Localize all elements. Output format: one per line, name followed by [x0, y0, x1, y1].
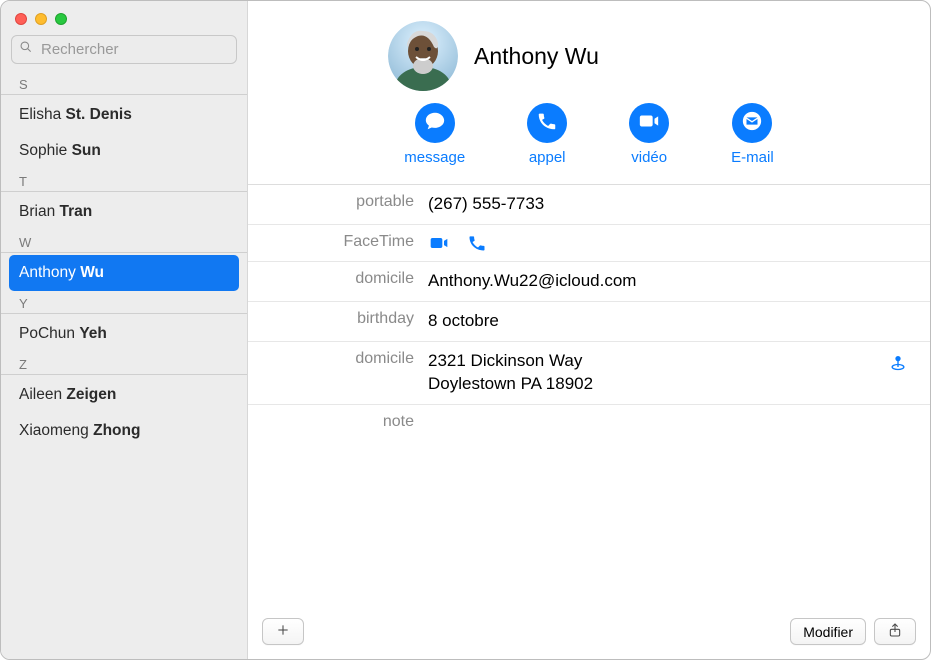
video-button[interactable]: vidéo	[629, 103, 669, 166]
label-portable: portable	[248, 193, 428, 211]
video-icon	[638, 110, 660, 137]
value-portable: (267) 555-7733	[428, 193, 930, 216]
call-label: appel	[529, 149, 566, 166]
call-button[interactable]: appel	[527, 103, 567, 166]
contact-last-name: Tran	[60, 203, 93, 220]
contact-last-name: Sun	[72, 142, 101, 159]
contact-row[interactable]: Brian Tran	[1, 194, 247, 230]
contact-name: Anthony Wu	[474, 43, 599, 70]
add-button[interactable]	[262, 618, 304, 645]
video-label: vidéo	[631, 149, 667, 166]
label-facetime: FaceTime	[248, 233, 428, 251]
label-domicile-email: domicile	[248, 270, 428, 288]
section-letter: W	[1, 230, 247, 253]
section-letter: Z	[1, 352, 247, 375]
contact-row[interactable]: Aileen Zeigen	[1, 377, 247, 413]
row-facetime[interactable]: FaceTime	[248, 225, 930, 262]
address-line2: Doylestown PA 18902	[428, 373, 890, 396]
row-address[interactable]: domicile 2321 Dickinson Way Doylestown P…	[248, 342, 930, 405]
search-icon	[19, 40, 33, 59]
mail-icon	[741, 110, 763, 137]
action-row: message appel vidéo E-mail	[248, 95, 930, 184]
search-input[interactable]	[39, 40, 242, 59]
contact-first-name: Sophie	[19, 142, 72, 159]
section-letter: Y	[1, 291, 247, 314]
facetime-audio-icon[interactable]	[466, 233, 488, 253]
contact-row[interactable]: Anthony Wu	[9, 255, 239, 291]
contacts-window: SElisha St. DenisSophie SunTBrian TranWA…	[0, 0, 931, 660]
section-letter: S	[1, 72, 247, 95]
message-button[interactable]: message	[404, 103, 465, 166]
minimize-window-button[interactable]	[35, 13, 47, 25]
contact-last-name: Wu	[80, 264, 104, 281]
address-line1: 2321 Dickinson Way	[428, 350, 890, 373]
contact-last-name: St. Denis	[66, 106, 132, 123]
details: portable (267) 555-7733 FaceTime domicil…	[248, 184, 930, 439]
card-footer: Modifier	[248, 604, 930, 659]
zoom-window-button[interactable]	[55, 13, 67, 25]
value-domicile-email: Anthony.Wu22@icloud.com	[428, 270, 930, 293]
contact-last-name: Yeh	[79, 325, 107, 342]
contact-card: Anthony Wu message appel vidéo E-mail p	[248, 1, 930, 659]
label-note: note	[248, 413, 428, 431]
close-window-button[interactable]	[15, 13, 27, 25]
contacts-list: SElisha St. DenisSophie SunTBrian TranWA…	[1, 72, 247, 659]
message-icon	[424, 110, 446, 137]
email-button[interactable]: E-mail	[731, 103, 774, 166]
avatar[interactable]	[388, 21, 458, 91]
contact-row[interactable]: PoChun Yeh	[1, 316, 247, 352]
contact-last-name: Zeigen	[66, 386, 116, 403]
share-button[interactable]	[874, 618, 916, 645]
share-icon	[887, 622, 903, 641]
facetime-video-icon[interactable]	[428, 233, 450, 253]
phone-icon	[536, 110, 558, 137]
map-pin-icon[interactable]	[888, 352, 908, 377]
contact-row[interactable]: Xiaomeng Zhong	[1, 413, 247, 449]
edit-button[interactable]: Modifier	[790, 618, 866, 645]
value-birthday: 8 octobre	[428, 310, 930, 333]
row-note[interactable]: note	[248, 405, 930, 439]
contact-last-name: Zhong	[93, 422, 140, 439]
contact-first-name: PoChun	[19, 325, 79, 342]
search-field[interactable]	[11, 35, 237, 64]
contact-first-name: Xiaomeng	[19, 422, 93, 439]
email-label: E-mail	[731, 149, 774, 166]
label-domicile-addr: domicile	[248, 350, 428, 368]
card-header: Anthony Wu	[248, 1, 930, 95]
plus-icon	[275, 622, 291, 641]
row-birthday[interactable]: birthday 8 octobre	[248, 302, 930, 342]
value-domicile-addr: 2321 Dickinson Way Doylestown PA 18902	[428, 350, 930, 396]
contact-row[interactable]: Elisha St. Denis	[1, 97, 247, 133]
edit-button-label: Modifier	[803, 624, 853, 640]
window-controls	[1, 1, 247, 33]
sidebar: SElisha St. DenisSophie SunTBrian TranWA…	[1, 1, 248, 659]
contact-row[interactable]: Sophie Sun	[1, 133, 247, 169]
message-label: message	[404, 149, 465, 166]
row-email[interactable]: domicile Anthony.Wu22@icloud.com	[248, 262, 930, 302]
contact-first-name: Aileen	[19, 386, 66, 403]
contact-first-name: Brian	[19, 203, 60, 220]
label-birthday: birthday	[248, 310, 428, 328]
row-phone[interactable]: portable (267) 555-7733	[248, 185, 930, 225]
contact-first-name: Elisha	[19, 106, 66, 123]
contact-first-name: Anthony	[19, 264, 80, 281]
section-letter: T	[1, 169, 247, 192]
